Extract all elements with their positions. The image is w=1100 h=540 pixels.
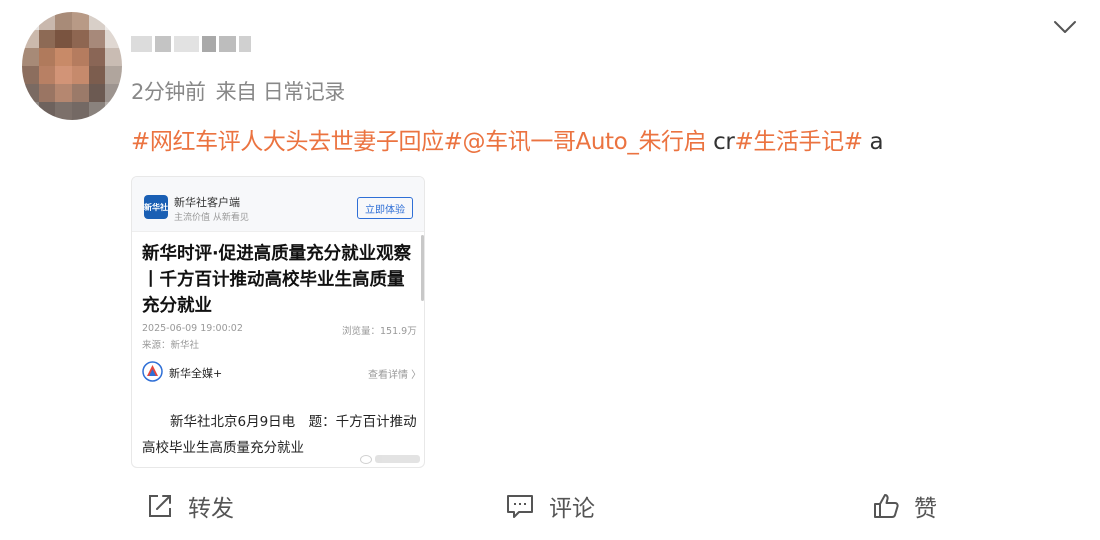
repost-label: 转发 xyxy=(188,496,234,522)
topic-link[interactable]: #生活手记# xyxy=(734,129,863,155)
post-source[interactable]: 来自 日常记录 xyxy=(216,80,346,104)
scrollbar xyxy=(421,235,424,301)
article-date: 2025-06-09 19:00:02 xyxy=(142,323,243,334)
like-label: 赞 xyxy=(914,496,937,522)
xinhua-app-logo: 新华社 xyxy=(144,195,168,219)
mention-link[interactable]: @车讯一哥Auto_朱行启 xyxy=(463,129,707,155)
article-source: 来源：新华社 xyxy=(142,340,200,351)
post-text: cr xyxy=(706,129,735,155)
chevron-down-icon[interactable] xyxy=(1050,14,1080,40)
comment-label: 评论 xyxy=(549,496,595,522)
post-text: a xyxy=(862,129,884,155)
article-title: 新华时评·促进高质量充分就业观察丨千方百计推动高校毕业生高质量充分就业 xyxy=(142,244,412,316)
card-app-slogan: 主流价值 从新看见 xyxy=(174,213,249,223)
username[interactable] xyxy=(131,36,252,52)
like-icon xyxy=(874,494,899,518)
try-now-button[interactable]: 立即体验 xyxy=(357,197,413,219)
repost-button[interactable]: 转发 xyxy=(146,488,234,524)
post-time: 2分钟前 xyxy=(131,80,206,104)
card-app-name: 新华社客户端 xyxy=(174,196,240,209)
card-app-header: 新华社 新华社客户端 主流价值 从新看见 立即体验 xyxy=(132,177,424,232)
article-paragraph-text: 新华社北京6月9日电 题：千方百计推动高校毕业生高质量充分就业 xyxy=(142,414,417,456)
like-button[interactable]: 赞 xyxy=(872,488,937,524)
shared-image-card[interactable]: 新华社 新华社客户端 主流价值 从新看见 立即体验 新华时评·促进高质量充分就业… xyxy=(131,176,425,468)
media-name: 新华全媒+ xyxy=(169,367,223,380)
post-content: #网红车评人大头去世妻子回应#@车讯一哥Auto_朱行启 cr#生活手记# a xyxy=(131,122,884,156)
post-meta: 2分钟前 来自 日常记录 xyxy=(131,76,345,106)
article-views: 浏览量：151.9万 xyxy=(342,326,417,337)
view-details-link: 查看详情 〉 xyxy=(368,370,422,381)
media-logo-icon xyxy=(142,361,163,382)
repost-icon xyxy=(149,495,171,517)
comment-button[interactable]: 评论 xyxy=(505,488,595,524)
weibo-watermark xyxy=(360,453,420,465)
topic-link[interactable]: #网红车评人大头去世妻子回应# xyxy=(131,129,463,155)
comment-icon xyxy=(507,495,533,518)
avatar[interactable] xyxy=(22,12,122,120)
